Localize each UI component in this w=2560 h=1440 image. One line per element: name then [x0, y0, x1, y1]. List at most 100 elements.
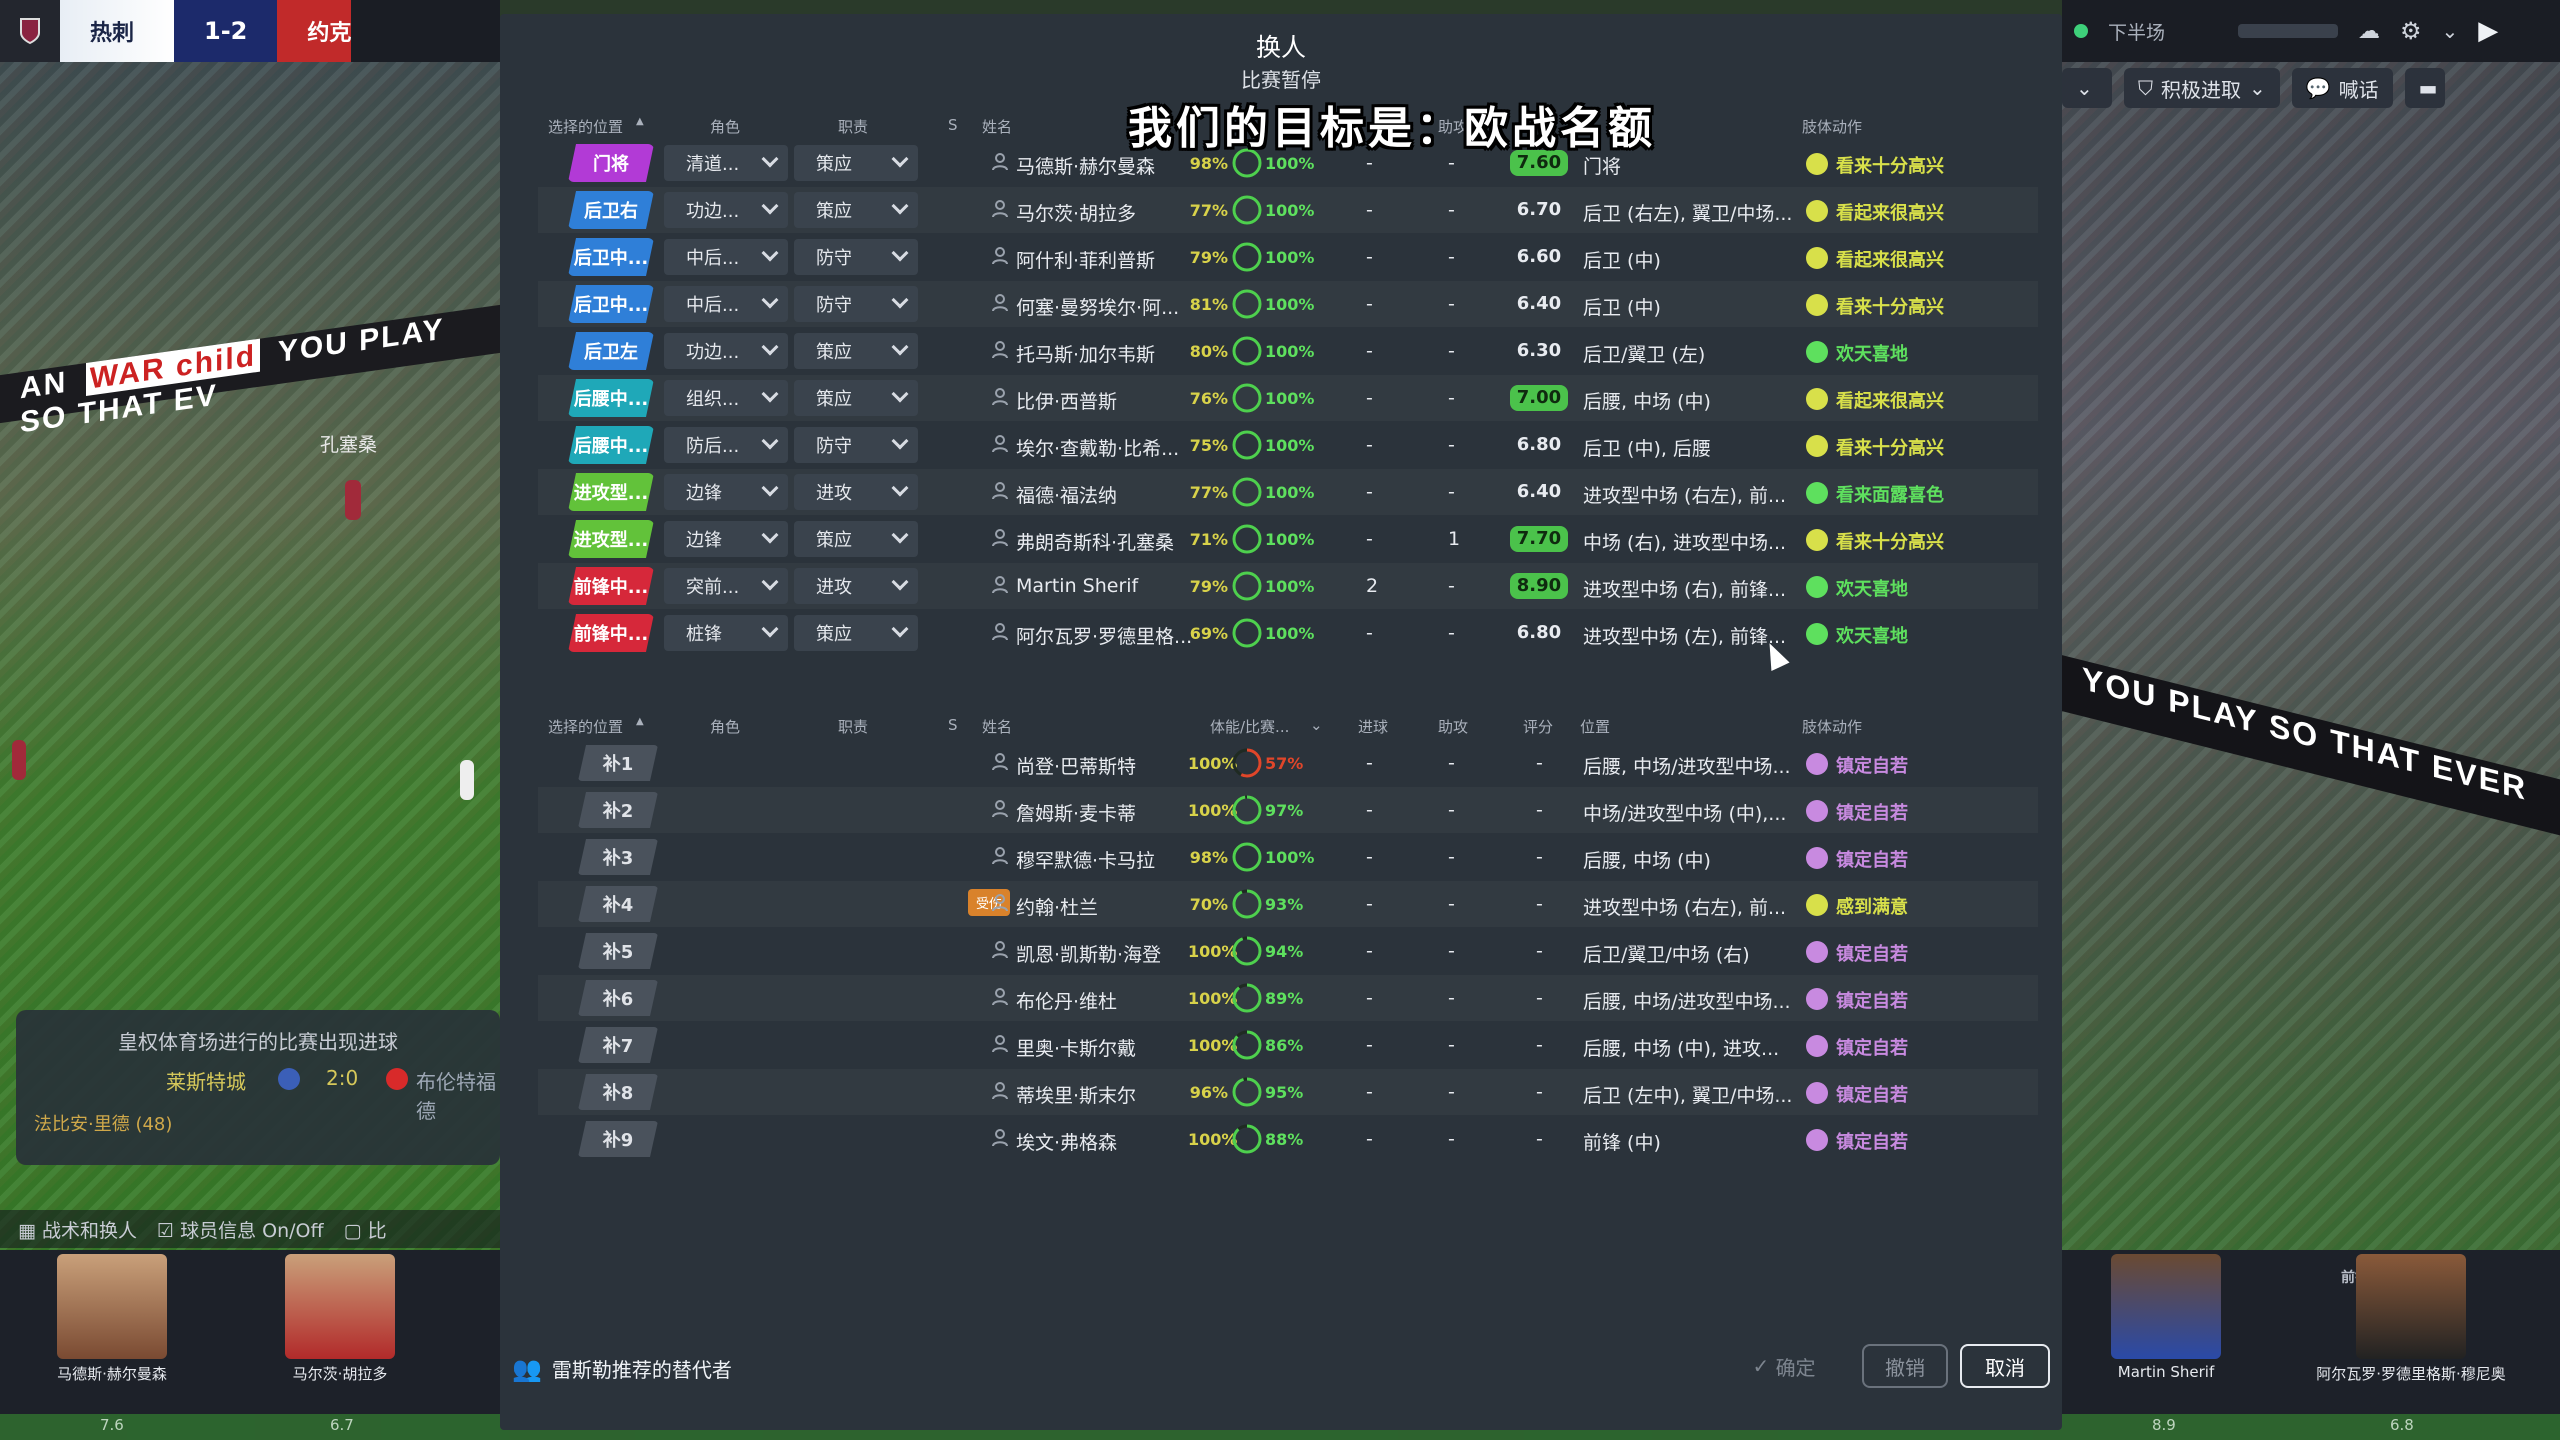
duty-dropdown[interactable]: 策应 — [794, 615, 918, 651]
starter-row[interactable]: 后卫中... 中后... 防守 何塞·曼努埃尔·阿... 81% 100% - - 6.40 后卫… — [538, 281, 2038, 327]
starter-row[interactable]: 前锋中... 桩锋 策应 阿尔瓦罗·罗德里格... 69% 100% - -6.80 进攻型中场… — [538, 610, 2038, 656]
player-name[interactable]: 马尔茨·胡拉多 — [1016, 199, 1206, 226]
role-dropdown[interactable]: 桩锋 — [664, 615, 788, 651]
more-toggle[interactable]: ▢ 比 — [344, 1216, 387, 1243]
position-badge[interactable]: 进攻型... — [568, 473, 654, 511]
duty-dropdown[interactable]: 策应 — [794, 192, 918, 228]
starter-row[interactable]: 后卫左 功边... 策应 托马斯·加尔韦斯 80% 100% - - 6.30 后卫/翼卫 (左)… — [538, 328, 2038, 374]
menu-icon[interactable]: ▬ — [2404, 68, 2445, 108]
sub-row[interactable]: 补5 凯恩·凯斯勒·海登 100% 94% - - - 后卫/翼卫/中场 (右) 镇定自若 — [538, 928, 2038, 974]
sub-position-badge[interactable]: 补6 — [578, 980, 658, 1016]
duty-dropdown[interactable]: 防守 — [794, 239, 918, 275]
sub-row[interactable]: 补7 里奥·卡斯尔戴 100% 86% - - - 后腰, 中场 (中), 进攻... 镇定自若 — [538, 1022, 2038, 1068]
sub-position-badge[interactable]: 补1 — [578, 745, 658, 781]
dropdown-chip[interactable]: ⌄ — [2062, 68, 2112, 108]
sub-row[interactable]: 补8 蒂埃里·斯末尔 96% 95% - - - 后卫 (左中), 翼卫/中场... 镇定自若 — [538, 1069, 2038, 1115]
duty-dropdown[interactable]: 进攻 — [794, 568, 918, 604]
chevron-down-icon[interactable]: ⌄ — [1310, 716, 1323, 734]
role-dropdown[interactable]: 中后... — [664, 239, 788, 275]
role-dropdown[interactable]: 功边... — [664, 192, 788, 228]
player-info-toggle[interactable]: ☑ 球员信息 On/Off — [157, 1216, 324, 1243]
player-name[interactable]: 比伊·西普斯 — [1016, 387, 1206, 414]
role-dropdown[interactable]: 组织... — [664, 380, 788, 416]
role-dropdown[interactable]: 边锋 — [664, 521, 788, 557]
position-badge[interactable]: 前锋中... — [568, 614, 654, 652]
sub-position-badge[interactable]: 补9 — [578, 1121, 658, 1157]
starter-row[interactable]: 前锋中... 突前... 进攻 Martin Sherif 79% 100% 2 - 8.90 进… — [538, 563, 2038, 609]
player-name[interactable]: 蒂埃里·斯末尔 — [1016, 1081, 1206, 1108]
position-badge[interactable]: 前锋中... — [568, 567, 654, 605]
player-name[interactable]: 詹姆斯·麦卡蒂 — [1016, 799, 1206, 826]
duty-dropdown[interactable]: 防守 — [794, 286, 918, 322]
sub-row[interactable]: 补9 埃文·弗格森 100% 88% - - - 前锋 (中) 镇定自若 — [538, 1116, 2038, 1162]
player-name[interactable]: 阿尔瓦罗·罗德里格... — [1016, 622, 1206, 649]
player-name[interactable]: 尚登·巴蒂斯特 — [1016, 752, 1206, 779]
chevron-down-icon[interactable]: ⌄ — [2442, 19, 2459, 43]
starter-row[interactable]: 后卫中... 中后... 防守 阿什利·菲利普斯 79% 100% - - 6.60 后卫 (中)… — [538, 234, 2038, 280]
role-dropdown[interactable]: 边锋 — [664, 474, 788, 510]
starter-row[interactable]: 后卫右 功边... 策应 马尔茨·胡拉多 77% 100% - - 6.70 后卫 (右左), 翼… — [538, 187, 2038, 233]
cancel-button[interactable]: 取消 — [1960, 1344, 2050, 1388]
player-name[interactable]: 里奥·卡斯尔戴 — [1016, 1034, 1206, 1061]
duty-dropdown[interactable]: 进攻 — [794, 474, 918, 510]
col-position[interactable]: 选择的位置 — [548, 116, 623, 137]
role-dropdown[interactable]: 功边... — [664, 333, 788, 369]
player-name[interactable]: 何塞·曼努埃尔·阿... — [1016, 293, 1206, 320]
col-condition[interactable]: 体能/比赛... — [1210, 716, 1289, 737]
sub-row[interactable]: 补3 穆罕默德·卡马拉 98% 100% - - - 后腰, 中场 (中) 镇定自若 — [538, 834, 2038, 880]
sub-position-badge[interactable]: 补7 — [578, 1027, 658, 1063]
sub-row[interactable]: 补6 布伦丹·维杜 100% 89% - - - 后腰, 中场/进攻型中场... 镇定自若 — [538, 975, 2038, 1021]
play-icon[interactable]: ▶ — [2478, 16, 2498, 46]
strip-player[interactable]: 前锋中右 Martin Sherif — [2066, 1250, 2266, 1440]
player-name[interactable]: 凯恩·凯斯勒·海登 — [1016, 940, 1206, 967]
duty-dropdown[interactable]: 防守 — [794, 427, 918, 463]
confirm-button[interactable]: ✓ 确定 — [1736, 1344, 1832, 1388]
duty-dropdown[interactable]: 策应 — [794, 521, 918, 557]
player-name[interactable]: 马德斯·赫尔曼森 — [1016, 152, 1206, 179]
gear-icon[interactable]: ⚙ — [2400, 17, 2422, 45]
player-name[interactable]: 托马斯·加尔韦斯 — [1016, 340, 1206, 367]
sub-position-badge[interactable]: 补3 — [578, 839, 658, 875]
sub-row[interactable]: 补4 受伤 约翰·杜兰 70% 93% - - - 进攻型中场 (右左), 前... 感到满意 — [538, 881, 2038, 927]
player-name[interactable]: 福德·福法纳 — [1016, 481, 1206, 508]
role-dropdown[interactable]: 防后... — [664, 427, 788, 463]
sub-position-badge[interactable]: 补8 — [578, 1074, 658, 1110]
player-name[interactable]: 埃尔·查戴勒·比希... — [1016, 434, 1206, 461]
duty-dropdown[interactable]: 策应 — [794, 380, 918, 416]
player-name[interactable]: Martin Sherif — [1016, 575, 1206, 597]
position-badge[interactable]: 进攻型... — [568, 520, 654, 558]
position-badge[interactable]: 后腰中... — [568, 379, 654, 417]
col-position[interactable]: 选择的位置 — [548, 716, 623, 737]
role-dropdown[interactable]: 中后... — [664, 286, 788, 322]
sub-row[interactable]: 补1 尚登·巴蒂斯特 100% 57% - - - 后腰, 中场/进攻型中场... 镇定自若 — [538, 740, 2038, 786]
strip-player[interactable]: 前锋中左 阿尔瓦罗·罗德里格斯·穆尼奥 — [2296, 1250, 2526, 1440]
role-dropdown[interactable]: 突前... — [664, 568, 788, 604]
sub-row[interactable]: 补2 詹姆斯·麦卡蒂 100% 97% - - - 中场/进攻型中场 (中),... 镇定自若 — [538, 787, 2038, 833]
strip-player[interactable]: 门将 马德斯·赫尔曼森 — [12, 1250, 212, 1440]
position-badge[interactable]: 后卫中... — [568, 238, 654, 276]
player-name[interactable]: 穆罕默德·卡马拉 — [1016, 846, 1206, 873]
position-badge[interactable]: 后腰中... — [568, 426, 654, 464]
position-badge[interactable]: 门将 — [568, 144, 654, 182]
starter-row[interactable]: 后腰中... 防后... 防守 埃尔·查戴勒·比希... 75% 100% - - 6.80 后卫… — [538, 422, 2038, 468]
starter-row[interactable]: 后腰中... 组织... 策应 比伊·西普斯 76% 100% - - 7.00 后腰, 中场 (… — [538, 375, 2038, 421]
starter-row[interactable]: 进攻型... 边锋 进攻 福德·福法纳 77% 100% - - 6.40 进攻型中场 (右左),… — [538, 469, 2038, 515]
mentality-dropdown[interactable]: ⛉ 积极进取 ⌄ — [2124, 68, 2280, 108]
duty-dropdown[interactable]: 策应 — [794, 145, 918, 181]
starter-row[interactable]: 进攻型... 边锋 策应 弗朗奇斯科·孔塞桑 71% 100% - 1 7.70 中场 (右), … — [538, 516, 2038, 562]
position-badge[interactable]: 后卫右 — [568, 191, 654, 229]
player-name[interactable]: 埃文·弗格森 — [1016, 1128, 1206, 1155]
strip-player[interactable]: 后卫右 马尔茨·胡拉多 — [240, 1250, 440, 1440]
duty-dropdown[interactable]: 策应 — [794, 333, 918, 369]
shout-button[interactable]: 💬 喊话 — [2291, 68, 2393, 108]
tactics-toggle[interactable]: ▦ 战术和换人 — [18, 1216, 137, 1243]
sub-position-badge[interactable]: 补5 — [578, 933, 658, 969]
player-name[interactable]: 约翰·杜兰 — [1016, 893, 1206, 920]
position-badge[interactable]: 后卫中... — [568, 285, 654, 323]
sub-position-badge[interactable]: 补2 — [578, 792, 658, 828]
undo-button[interactable]: 撤销 — [1862, 1344, 1948, 1388]
player-name[interactable]: 阿什利·菲利普斯 — [1016, 246, 1206, 273]
position-badge[interactable]: 后卫左 — [568, 332, 654, 370]
sub-position-badge[interactable]: 补4 — [578, 886, 658, 922]
player-name[interactable]: 弗朗奇斯科·孔塞桑 — [1016, 528, 1206, 555]
